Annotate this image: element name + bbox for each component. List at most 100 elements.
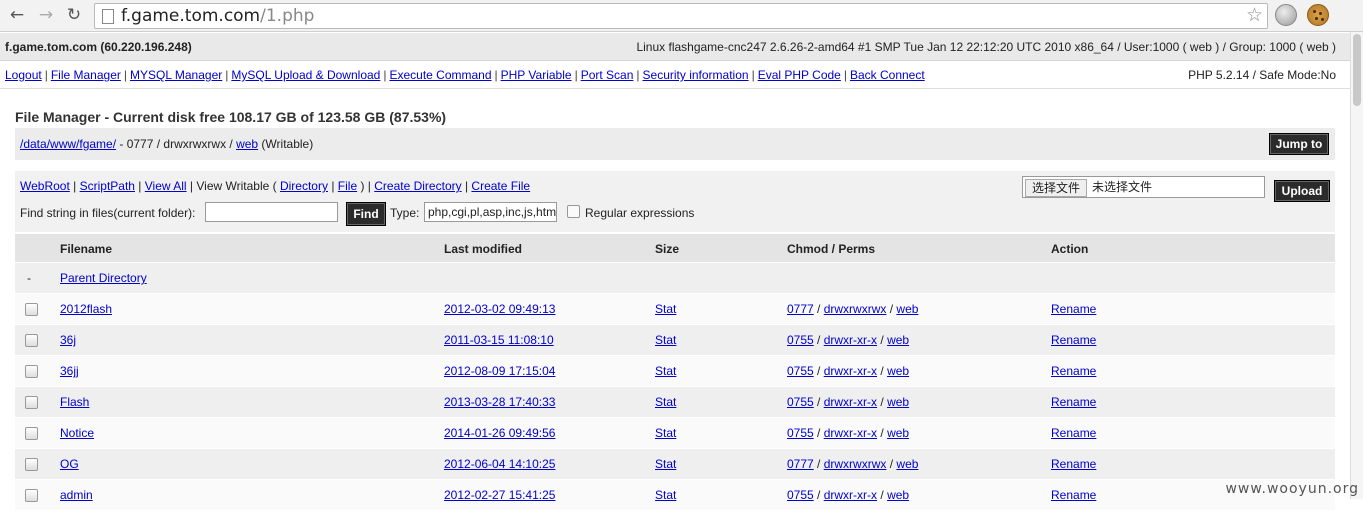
view-writable-file-link[interactable]: File — [338, 179, 357, 193]
row-checkbox[interactable] — [25, 489, 38, 502]
cookie-extension-icon[interactable] — [1307, 4, 1329, 26]
view-writable-directory-link[interactable]: Directory — [280, 179, 328, 193]
perms-string-link[interactable]: drwxr-xr-x — [824, 395, 877, 409]
perms-string-link[interactable]: drwxrwxrwx — [824, 457, 887, 471]
address-bar[interactable]: f.game.tom.com/1.php ☆ — [94, 3, 1268, 29]
size-stat-link[interactable]: Stat — [655, 426, 676, 440]
main-menu: Logout | File Manager | MYSQL Manager | MySQL … — [0, 61, 1350, 89]
menu-item-8[interactable]: Eval PHP Code — [758, 68, 841, 82]
chmod-octal-link[interactable]: 0755 — [787, 488, 814, 502]
menu-separator: | — [751, 68, 755, 82]
perms-string-link[interactable]: drwxr-xr-x — [824, 488, 877, 502]
php-info: PHP 5.2.14 / Safe Mode:No — [1188, 68, 1336, 82]
rename-link[interactable]: Rename — [1051, 302, 1096, 316]
chmod-octal-link[interactable]: 0755 — [787, 395, 814, 409]
modified-date-link[interactable]: 2014-01-26 09:49:56 — [444, 426, 555, 440]
perms-string-link[interactable]: drwxr-xr-x — [824, 364, 877, 378]
menu-item-1[interactable]: File Manager — [51, 68, 121, 82]
chmod-octal-link[interactable]: 0777 — [787, 302, 814, 316]
modified-date-link[interactable]: 2011-03-15 11:08:10 — [444, 333, 554, 347]
perms-string-link[interactable]: drwxrwxrwx — [824, 302, 887, 316]
row-checkbox[interactable] — [25, 458, 38, 471]
chmod-octal-link[interactable]: 0777 — [787, 457, 814, 471]
owner-link[interactable]: web — [887, 395, 909, 409]
path-owner-link[interactable]: web — [236, 137, 258, 151]
row-checkbox[interactable] — [25, 396, 38, 409]
row-checkbox[interactable] — [25, 365, 38, 378]
regex-checkbox[interactable] — [567, 205, 580, 218]
size-stat-link[interactable]: Stat — [655, 488, 676, 502]
chmod-octal-link[interactable]: 0755 — [787, 364, 814, 378]
size-stat-link[interactable]: Stat — [655, 364, 676, 378]
size-stat-link[interactable]: Stat — [655, 333, 676, 347]
menu-links: Logout | File Manager | MYSQL Manager | MySQL … — [5, 68, 925, 82]
file-name-link[interactable]: 36jj — [60, 364, 79, 378]
menu-item-9[interactable]: Back Connect — [850, 68, 925, 82]
modified-date-link[interactable]: 2012-08-09 17:15:04 — [444, 364, 555, 378]
row-checkbox[interactable] — [25, 303, 38, 316]
owner-link[interactable]: web — [887, 426, 909, 440]
reload-icon[interactable]: ↻ — [63, 4, 85, 26]
globe-extension-icon[interactable] — [1275, 4, 1297, 26]
size-stat-link[interactable]: Stat — [655, 457, 676, 471]
scriptpath-link[interactable]: ScriptPath — [80, 179, 135, 193]
jump-to-button[interactable]: Jump to — [1269, 133, 1329, 155]
rename-link[interactable]: Rename — [1051, 426, 1096, 440]
menu-item-4[interactable]: Execute Command — [389, 68, 491, 82]
perms-string-link[interactable]: drwxr-xr-x — [824, 333, 877, 347]
file-name-link[interactable]: 2012flash — [60, 302, 112, 316]
chmod-octal-link[interactable]: 0755 — [787, 426, 814, 440]
create-directory-link[interactable]: Create Directory — [374, 179, 461, 193]
find-string-input[interactable] — [205, 202, 338, 222]
file-name-link[interactable]: OG — [60, 457, 79, 471]
modified-date-link[interactable]: 2013-03-28 17:40:33 — [444, 395, 555, 409]
rename-link[interactable]: Rename — [1051, 364, 1096, 378]
create-file-link[interactable]: Create File — [471, 179, 530, 193]
size-stat-link[interactable]: Stat — [655, 302, 676, 316]
menu-item-5[interactable]: PHP Variable — [501, 68, 572, 82]
owner-link[interactable]: web — [887, 364, 909, 378]
table-header: Filename Last modified Size Chmod / Perm… — [15, 234, 1335, 262]
owner-link[interactable]: web — [887, 488, 909, 502]
file-name-link[interactable]: Flash — [60, 395, 89, 409]
owner-link[interactable]: web — [896, 302, 918, 316]
size-stat-link[interactable]: Stat — [655, 395, 676, 409]
file-name-link[interactable]: Notice — [60, 426, 94, 440]
menu-item-3[interactable]: MySQL Upload & Download — [231, 68, 380, 82]
perms-string-link[interactable]: drwxr-xr-x — [824, 426, 877, 440]
menu-separator: | — [574, 68, 578, 82]
parent-directory-link[interactable]: Parent Directory — [60, 271, 147, 285]
file-name-link[interactable]: 36j — [60, 333, 76, 347]
find-button[interactable]: Find — [346, 202, 386, 226]
file-type-input[interactable]: php,cgi,pl,asp,inc,js,htm — [424, 202, 557, 222]
current-path-link[interactable]: /data/www/fgame/ — [20, 137, 116, 151]
menu-item-7[interactable]: Security information — [643, 68, 749, 82]
file-upload-field[interactable]: 选择文件 未选择文件 — [1022, 176, 1265, 198]
upload-button[interactable]: Upload — [1274, 180, 1330, 202]
modified-date-link[interactable]: 2012-03-02 09:49:13 — [444, 302, 555, 316]
chmod-octal-link[interactable]: 0755 — [787, 333, 814, 347]
scrollbar-thumb[interactable] — [1353, 34, 1361, 106]
rename-link[interactable]: Rename — [1051, 457, 1096, 471]
menu-item-0[interactable]: Logout — [5, 68, 42, 82]
rename-link[interactable]: Rename — [1051, 333, 1096, 347]
modified-date-link[interactable]: 2012-06-04 14:10:25 — [444, 457, 555, 471]
forward-arrow-icon[interactable]: → — [35, 4, 57, 26]
modified-date-link[interactable]: 2012-02-27 15:41:25 — [444, 488, 555, 502]
owner-link[interactable]: web — [896, 457, 918, 471]
rename-link[interactable]: Rename — [1051, 395, 1096, 409]
menu-item-2[interactable]: MYSQL Manager — [130, 68, 222, 82]
choose-file-button[interactable]: 选择文件 — [1025, 179, 1088, 197]
owner-link[interactable]: web — [887, 333, 909, 347]
url-text: f.game.tom.com/1.php — [121, 6, 315, 26]
row-checkbox[interactable] — [25, 334, 38, 347]
back-arrow-icon[interactable]: ← — [6, 4, 28, 26]
bookmark-star-icon[interactable]: ☆ — [1246, 4, 1263, 26]
view-all-link[interactable]: View All — [145, 179, 187, 193]
menu-item-6[interactable]: Port Scan — [581, 68, 634, 82]
row-checkbox[interactable] — [25, 427, 38, 440]
rename-link[interactable]: Rename — [1051, 488, 1096, 502]
page-scrollbar[interactable] — [1350, 32, 1363, 499]
file-name-link[interactable]: admin — [60, 488, 93, 502]
webroot-link[interactable]: WebRoot — [20, 179, 70, 193]
